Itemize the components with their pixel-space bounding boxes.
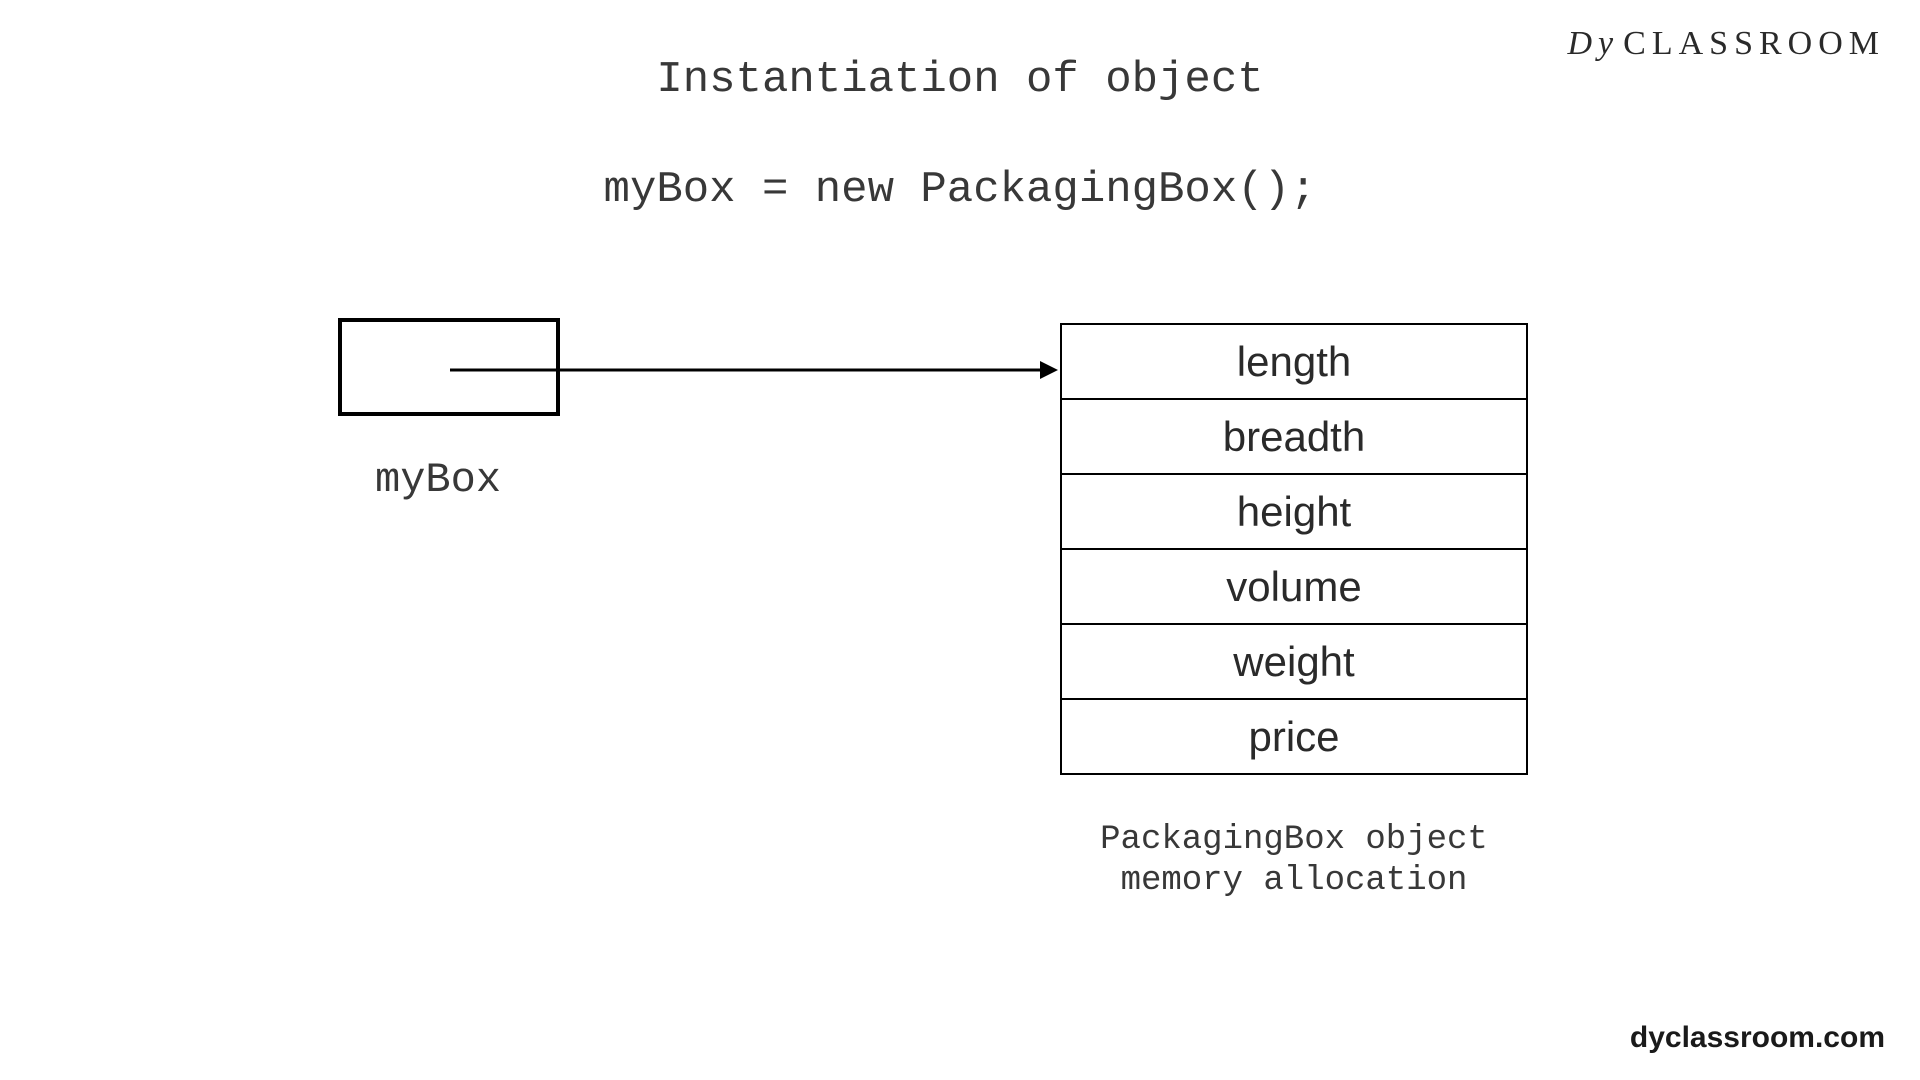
object-caption-line2: memory allocation [1121, 862, 1468, 900]
object-memory-table: length breadth height volume weight pric… [1060, 323, 1528, 775]
reference-variable-label: myBox [375, 456, 501, 504]
object-field: volume [1060, 548, 1528, 625]
code-statement: myBox = new PackagingBox(); [604, 165, 1317, 215]
object-field: height [1060, 473, 1528, 550]
brand-logo-mark: Dy [1568, 25, 1620, 62]
footer-url: dyclassroom.com [1630, 1021, 1885, 1055]
object-caption-line1: PackagingBox object [1100, 821, 1488, 859]
object-field: breadth [1060, 398, 1528, 475]
object-field: weight [1060, 623, 1528, 700]
object-field: price [1060, 698, 1528, 775]
object-caption: PackagingBox object memory allocation [1094, 820, 1494, 902]
object-field: length [1060, 323, 1528, 400]
brand-logo-text: CLASSROOM [1623, 25, 1885, 62]
diagram-title: Instantiation of object [656, 55, 1263, 105]
pointer-arrow [450, 355, 1060, 385]
brand-logo: DyCLASSROOM [1568, 25, 1886, 63]
